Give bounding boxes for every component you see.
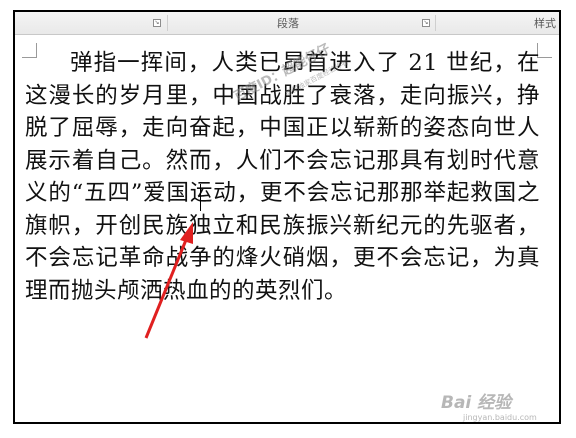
baidu-url-watermark: jingyan.baidu.com [463, 413, 537, 422]
baidu-logo-watermark: Bai 经验 [441, 393, 512, 413]
arrow-shaft [144, 234, 190, 339]
arrow-head [180, 222, 193, 244]
